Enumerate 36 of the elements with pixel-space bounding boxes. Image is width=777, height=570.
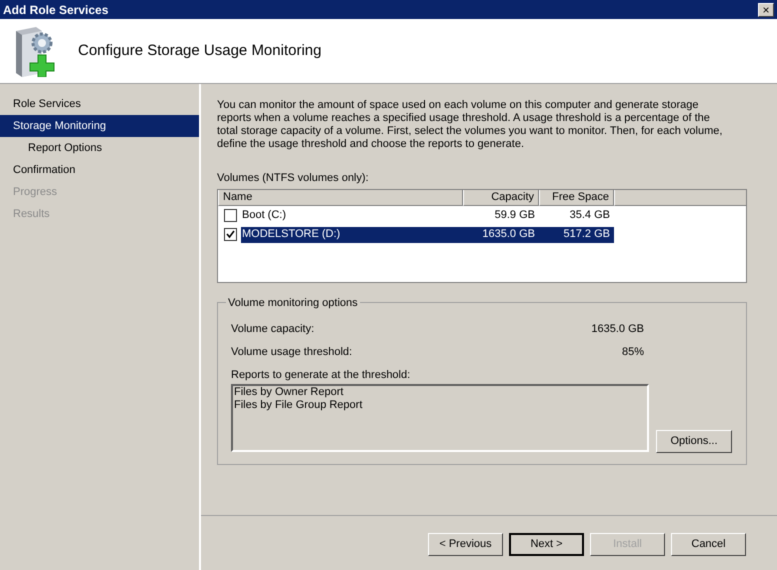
- wizard-button[interactable]: Cancel: [671, 532, 746, 556]
- report-item[interactable]: Files by File Group Report: [234, 398, 646, 412]
- table-cell-text: Boot (C:): [241, 208, 288, 224]
- reports-label: Reports to generate at the threshold:: [231, 368, 412, 383]
- volumes-label: Volumes (NTFS volumes only):: [217, 171, 370, 186]
- checkbox[interactable]: [224, 209, 237, 222]
- wizard-button[interactable]: < Previous: [428, 532, 503, 556]
- window-title: Add Role Services: [3, 2, 108, 18]
- sidebar-item[interactable]: Confirmation: [0, 159, 199, 181]
- page-heading: Configure Storage Usage Monitoring: [78, 40, 322, 61]
- sidebar-item[interactable]: Storage Monitoring: [0, 115, 199, 137]
- table-cell-text: 35.4 GB: [568, 208, 611, 224]
- threshold-label: Volume usage threshold:: [231, 344, 352, 360]
- table-cell-text: MODELSTORE (D:): [241, 227, 342, 242]
- threshold-value: 85%: [622, 344, 644, 360]
- sidebar-item[interactable]: Report Options: [0, 137, 199, 159]
- options-button[interactable]: Options...: [656, 430, 732, 452]
- checkbox[interactable]: [224, 228, 237, 241]
- table-cell-text: 517.2 GB: [562, 227, 611, 242]
- capacity-label: Volume capacity:: [231, 322, 314, 337]
- sidebar-item[interactable]: Role Services: [0, 93, 199, 115]
- description-text: You can monitor the amount of space used on each volume on this computer and generate storage reports when a volume reaches a specified usage threshold. A usage threshold is a percentage of the total storage capacity of a volume. First, select the volumes you want to monitor. Then, for each volume, define the usage threshold and choose the reports to generate.: [217, 99, 724, 151]
- column-header[interactable]: Capacity: [463, 190, 539, 206]
- capacity-value: 1635.0 GB: [591, 322, 644, 337]
- close-button[interactable]: ×: [758, 2, 774, 16]
- wizard-button[interactable]: Next >: [509, 532, 584, 556]
- volume-row[interactable]: MODELSTORE (D:) 1635.0 GB 517.2 GB: [241, 226, 614, 242]
- volumes-list[interactable]: Name Capacity Free Space Boot (C:) 59.9 GB 35.4 GB MODELSTORE (D:) 1635.0 GB 517.2 GB: [217, 188, 747, 282]
- volume-row[interactable]: Boot (C:) 59.9 GB 35.4 GB: [241, 208, 614, 224]
- table-cell-text: 1635.0 GB: [481, 227, 536, 242]
- group-legend: Volume monitoring options: [226, 294, 360, 311]
- reports-list[interactable]: Files by Owner Report Files by File Group Report: [231, 384, 649, 452]
- column-header[interactable]: Free Space: [539, 190, 614, 206]
- table-cell-text: 59.9 GB: [494, 208, 536, 224]
- column-header[interactable]: Name: [218, 190, 463, 206]
- report-item[interactable]: Files by Owner Report: [234, 386, 646, 398]
